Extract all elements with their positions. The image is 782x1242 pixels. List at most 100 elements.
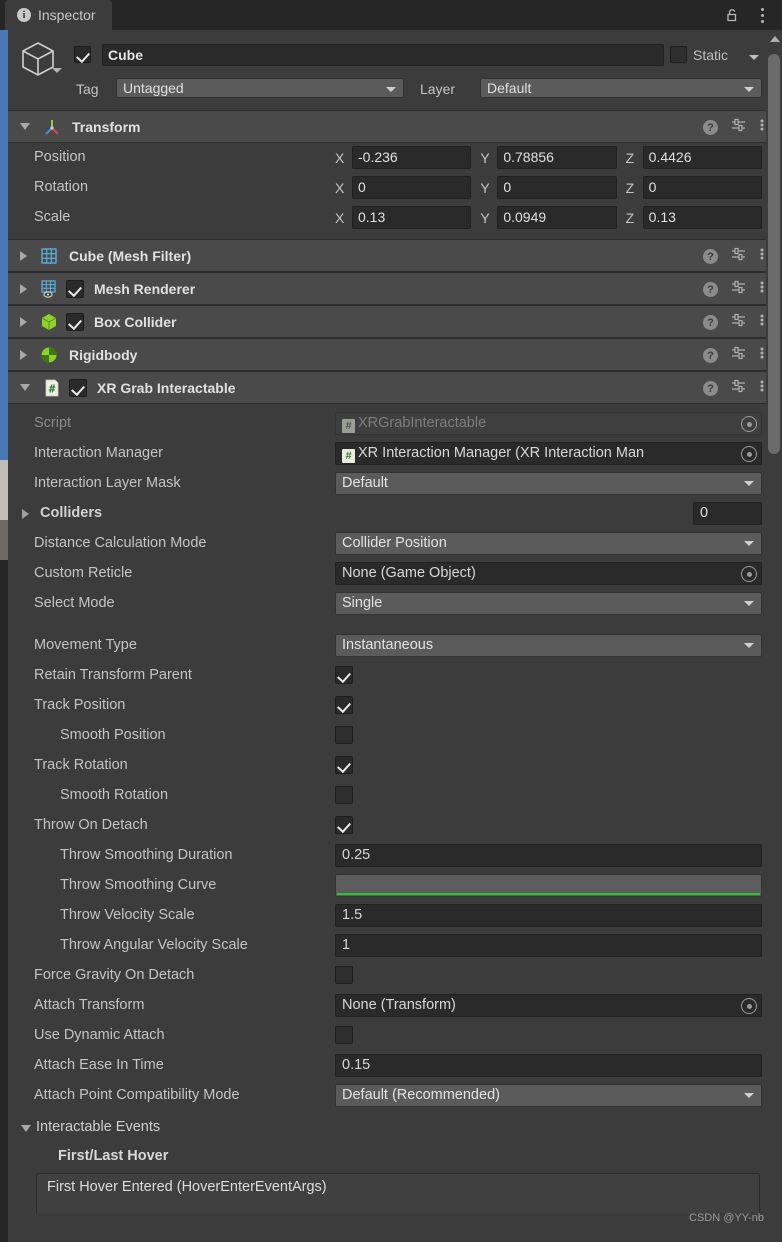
gameobject-enabled-checkbox[interactable] (74, 46, 91, 63)
interaction-manager-field[interactable]: # XR Interaction Manager (XR Interaction … (335, 442, 762, 465)
distance-calculation-mode-dropdown[interactable]: Collider Position (335, 532, 762, 555)
component-header-transform[interactable]: Transform ? (8, 110, 774, 143)
force-gravity-on-detach-checkbox[interactable] (335, 966, 353, 984)
throw-smoothing-curve-field[interactable] (335, 874, 762, 897)
static-checkbox[interactable] (670, 46, 687, 63)
static-dropdown-caret[interactable] (749, 55, 759, 60)
layer-label: Layer (420, 81, 456, 97)
foldout-arrow-icon[interactable] (20, 349, 27, 360)
window-tab-bar: i Inspector (0, 0, 782, 30)
vertical-scrollbar[interactable] (766, 30, 782, 1242)
rotation-x-input[interactable]: 0 (352, 176, 472, 199)
custom-reticle-field[interactable]: None (Game Object) (335, 562, 762, 585)
object-picker-icon[interactable] (741, 566, 757, 582)
component-enabled-checkbox[interactable] (69, 378, 87, 397)
throw-velocity-scale-input[interactable]: 1.5 (335, 904, 762, 927)
vector3-field: X -0.236 Y 0.78856 Z 0.4426 (335, 146, 762, 169)
kebab-menu-icon[interactable] (754, 6, 770, 24)
movement-type-dropdown[interactable]: Instantaneous (335, 634, 762, 657)
position-y-input[interactable]: 0.78856 (497, 146, 617, 169)
object-icon-dropdown-caret[interactable] (52, 68, 62, 73)
scale-y-input[interactable]: 0.0949 (497, 206, 617, 229)
row-label: Interaction Layer Mask (34, 475, 181, 491)
component-enabled-checkbox[interactable] (66, 279, 84, 298)
component-header-xr-grab-interactable[interactable]: # XR Grab Interactable ? (8, 371, 774, 404)
help-icon[interactable]: ? (703, 315, 718, 330)
tag-dropdown[interactable]: Untagged (116, 78, 404, 98)
help-icon[interactable]: ? (703, 249, 718, 264)
retain-transform-parent-checkbox[interactable] (335, 666, 353, 684)
position-z-input[interactable]: 0.4426 (642, 146, 762, 169)
object-picker-icon[interactable] (741, 998, 757, 1014)
smooth-position-checkbox[interactable] (335, 726, 353, 744)
scale-z-input[interactable]: 0.13 (642, 206, 762, 229)
preset-settings-icon[interactable] (731, 279, 747, 300)
foldout-arrow-icon[interactable] (20, 123, 30, 130)
select-mode-dropdown[interactable]: Single (335, 592, 762, 615)
use-dynamic-attach-checkbox[interactable] (335, 1026, 353, 1044)
component-header-rigidbody[interactable]: Rigidbody ? (8, 338, 774, 371)
foldout-arrow-icon[interactable] (20, 384, 30, 391)
preset-settings-icon[interactable] (731, 246, 747, 267)
mesh-filter-icon (39, 246, 59, 266)
kebab-menu-icon[interactable] (760, 345, 764, 366)
scale-x-input[interactable]: 0.13 (352, 206, 472, 229)
preset-settings-icon[interactable] (731, 345, 747, 366)
interactable-events-header[interactable]: Interactable Events (8, 1115, 774, 1143)
interaction-layer-mask-dropdown[interactable]: Default (335, 472, 762, 495)
kebab-menu-icon[interactable] (760, 246, 764, 267)
throw-angular-velocity-scale-input[interactable]: 1 (335, 934, 762, 957)
property-row-interaction-manager: Interaction Manager # XR Interaction Mana… (8, 439, 774, 469)
first-hover-entered-event-box[interactable]: First Hover Entered (HoverEnterEventArgs… (36, 1173, 760, 1213)
gameobject-name-field[interactable]: Cube (102, 44, 664, 66)
axis-label-z: Z (625, 179, 635, 196)
foldout-arrow-icon[interactable] (20, 316, 27, 327)
kebab-menu-icon[interactable] (760, 117, 764, 138)
help-icon[interactable]: ? (703, 282, 718, 297)
kebab-menu-icon[interactable] (760, 378, 764, 399)
scrollbar-thumb[interactable] (768, 54, 780, 454)
help-icon[interactable]: ? (703, 348, 718, 363)
kebab-menu-icon[interactable] (760, 312, 764, 333)
row-label: Smooth Rotation (60, 787, 169, 803)
smooth-rotation-checkbox[interactable] (335, 786, 353, 804)
foldout-arrow-icon[interactable] (21, 1125, 31, 1132)
tab-inspector[interactable]: i Inspector (5, 0, 112, 30)
row-label: Attach Ease In Time (34, 1057, 164, 1073)
component-header-mesh-renderer[interactable]: Mesh Renderer ? (8, 272, 774, 305)
colliders-count-input[interactable]: 0 (693, 502, 762, 525)
attach-point-compatibility-mode-dropdown[interactable]: Default (Recommended) (335, 1084, 762, 1107)
help-icon[interactable]: ? (703, 381, 718, 396)
component-header-mesh-filter[interactable]: Cube (Mesh Filter) ? (8, 239, 774, 272)
object-picker-icon[interactable] (741, 446, 757, 462)
transform-position-row: Position X -0.236 Y 0.78856 Z 0.4426 (8, 143, 774, 173)
rotation-z-input[interactable]: 0 (642, 176, 762, 199)
track-rotation-checkbox[interactable] (335, 756, 353, 774)
layer-dropdown[interactable]: Default (480, 78, 762, 98)
attach-ease-in-time-input[interactable]: 0.15 (335, 1054, 762, 1077)
track-position-checkbox[interactable] (335, 696, 353, 714)
throw-on-detach-checkbox[interactable] (335, 816, 353, 834)
axis-label-x: X (335, 149, 345, 166)
help-icon[interactable]: ? (703, 120, 718, 135)
axis-label-z: Z (625, 209, 635, 226)
tag-value: Untagged (123, 80, 184, 96)
scroll-up-arrow-icon[interactable] (770, 36, 780, 42)
preset-settings-icon[interactable] (731, 378, 747, 399)
component-enabled-checkbox[interactable] (66, 312, 84, 331)
position-x-input[interactable]: -0.236 (352, 146, 472, 169)
foldout-arrow-icon[interactable] (20, 283, 27, 294)
preset-settings-icon[interactable] (731, 312, 747, 333)
lock-icon[interactable] (724, 7, 740, 23)
attach-transform-field[interactable]: None (Transform) (335, 994, 762, 1017)
throw-smoothing-duration-input[interactable]: 0.25 (335, 844, 762, 867)
chevron-down-icon (744, 87, 754, 92)
component-header-icons: ? (703, 372, 764, 405)
kebab-menu-icon[interactable] (760, 279, 764, 300)
foldout-arrow-icon[interactable] (20, 250, 27, 261)
rotation-y-input[interactable]: 0 (497, 176, 617, 199)
foldout-arrow-icon[interactable] (22, 509, 29, 519)
component-header-box-collider[interactable]: Box Collider ? (8, 305, 774, 338)
script-icon: # (342, 449, 355, 463)
preset-settings-icon[interactable] (731, 117, 747, 138)
